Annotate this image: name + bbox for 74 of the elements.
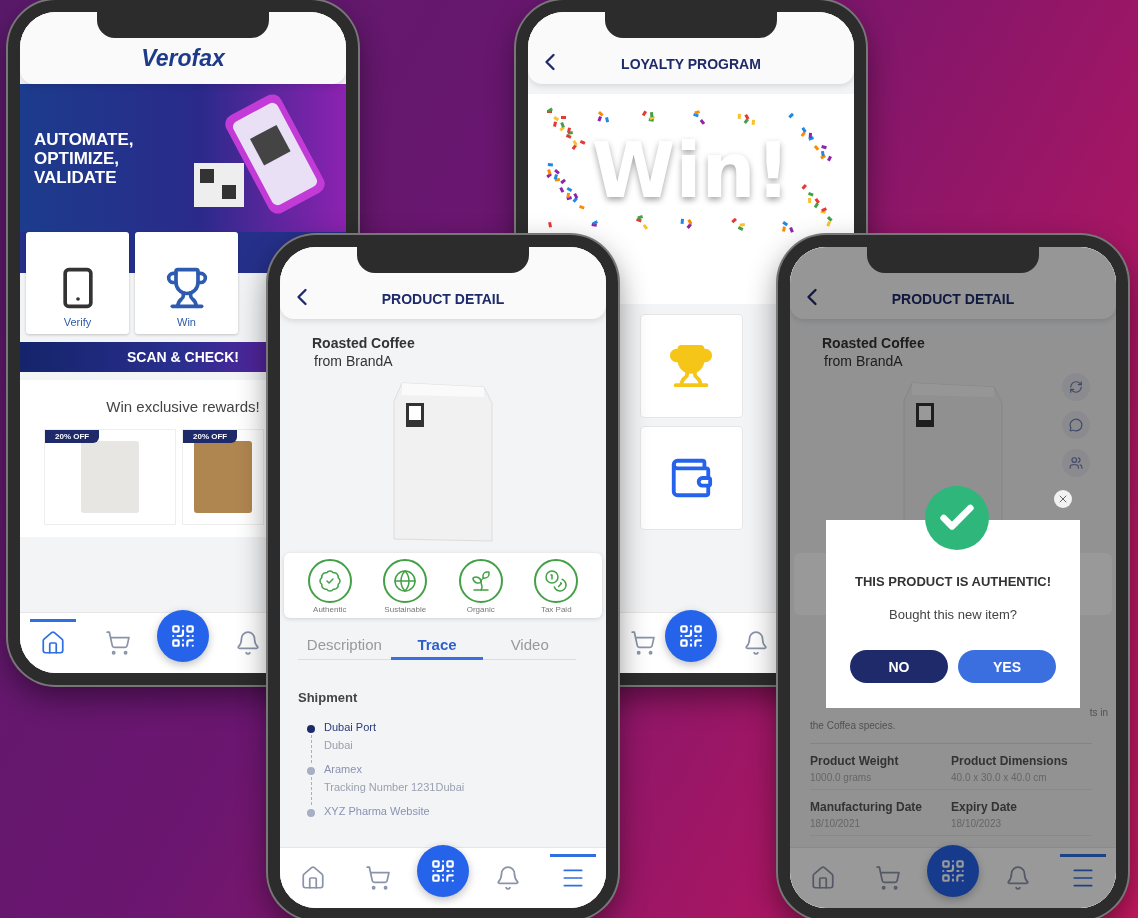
home-icon [809, 864, 836, 891]
people-icon [1069, 456, 1083, 470]
screen-title: PRODUCT DETAIL [891, 291, 1015, 307]
qr-code-icon [170, 623, 196, 649]
cart-icon [630, 629, 657, 656]
trophy-icon [668, 343, 714, 389]
tab[interactable]: Trace [390, 632, 484, 660]
trophy-icon [164, 266, 209, 310]
stamp-icon [317, 569, 342, 593]
shipment-step-title: XYZ Pharma Website [324, 805, 431, 817]
refresh-button[interactable] [1062, 373, 1090, 401]
screen-title: LOYALTY PROGRAM [621, 56, 761, 72]
product-brand: from BrandA [313, 353, 394, 369]
scan-banner-text: SCAN & CHECK! [127, 349, 239, 365]
offer-card[interactable]: 20% OFF [44, 429, 176, 525]
refresh-icon [1069, 380, 1083, 394]
globe-icon [393, 569, 418, 593]
discount-badge: 20% OFF [183, 430, 238, 443]
chat-icon [1069, 418, 1083, 432]
home-icon [299, 864, 326, 891]
qr-code-icon [430, 858, 456, 884]
cart-icon [364, 864, 391, 891]
shipment-step-detail: Tracking Number 1231Dubai [324, 781, 466, 793]
scan-button[interactable] [157, 610, 209, 662]
feature-tile[interactable]: Win [135, 232, 238, 334]
scan-button[interactable] [927, 845, 979, 897]
product-name: Roasted Coffee [312, 335, 416, 351]
qr-code-icon [940, 858, 966, 884]
bell-icon [1005, 864, 1032, 891]
no-button[interactable]: NO [850, 650, 948, 683]
bell-icon [495, 864, 522, 891]
dialog-title: THIS PRODUCT IS AUTHENTIC! [855, 574, 1051, 589]
banner-headline: AUTOMATE, OPTIMIZE, VALIDATE [34, 129, 134, 187]
bell-icon [235, 629, 262, 656]
win-headline: Win! [591, 125, 791, 215]
photo-placeholder [81, 441, 139, 513]
offer-card[interactable]: 20% OFF [182, 429, 264, 525]
shipment-step-title: Dubai Port [324, 721, 377, 733]
scan-button[interactable] [665, 610, 717, 662]
section-title: Shipment [298, 690, 359, 705]
product-brand: from BrandA [823, 353, 904, 369]
photo-placeholder [194, 441, 252, 513]
logo: Verofax [141, 45, 225, 72]
discount-badge: 20% OFF [45, 430, 100, 443]
spec-label: Product Weight [810, 754, 900, 768]
spec-label: Product Dimensions [951, 754, 1069, 768]
cart-icon [874, 864, 901, 891]
cart-icon [104, 629, 131, 656]
scan-button[interactable] [417, 845, 469, 897]
coins-icon [544, 569, 569, 593]
dialog-question: Bought this new item? [889, 607, 1017, 622]
people-button[interactable] [1062, 449, 1090, 477]
close-icon [1057, 493, 1069, 505]
home-icon [39, 629, 66, 656]
yes-button[interactable]: YES [958, 650, 1056, 683]
product-name: Roasted Coffee [822, 335, 926, 351]
badge-label: Tax Paid [540, 605, 572, 614]
shipment-step-detail: Dubai [324, 739, 354, 751]
reward-tile[interactable] [639, 314, 743, 418]
feature-tile[interactable]: Verify [26, 232, 129, 334]
close-button[interactable] [1054, 490, 1072, 508]
description-text: the Coffea species. [810, 720, 896, 731]
shipment-step-title: Aramex [324, 763, 363, 775]
rewards-title: Win exclusive rewards! [106, 398, 260, 415]
reward-tile[interactable] [639, 426, 743, 530]
screen-title: PRODUCT DETAIL [381, 291, 505, 307]
badge-label: Organic [466, 605, 495, 614]
badge-label: Authentic [313, 605, 347, 614]
badge-label: Sustainable [384, 605, 427, 614]
bell-icon [743, 629, 770, 656]
spec-label: Expiry Date [951, 800, 1019, 814]
spec-label: Manufacturing Date [810, 800, 923, 814]
qr-code-icon [678, 623, 704, 649]
chat-button[interactable] [1062, 411, 1090, 439]
